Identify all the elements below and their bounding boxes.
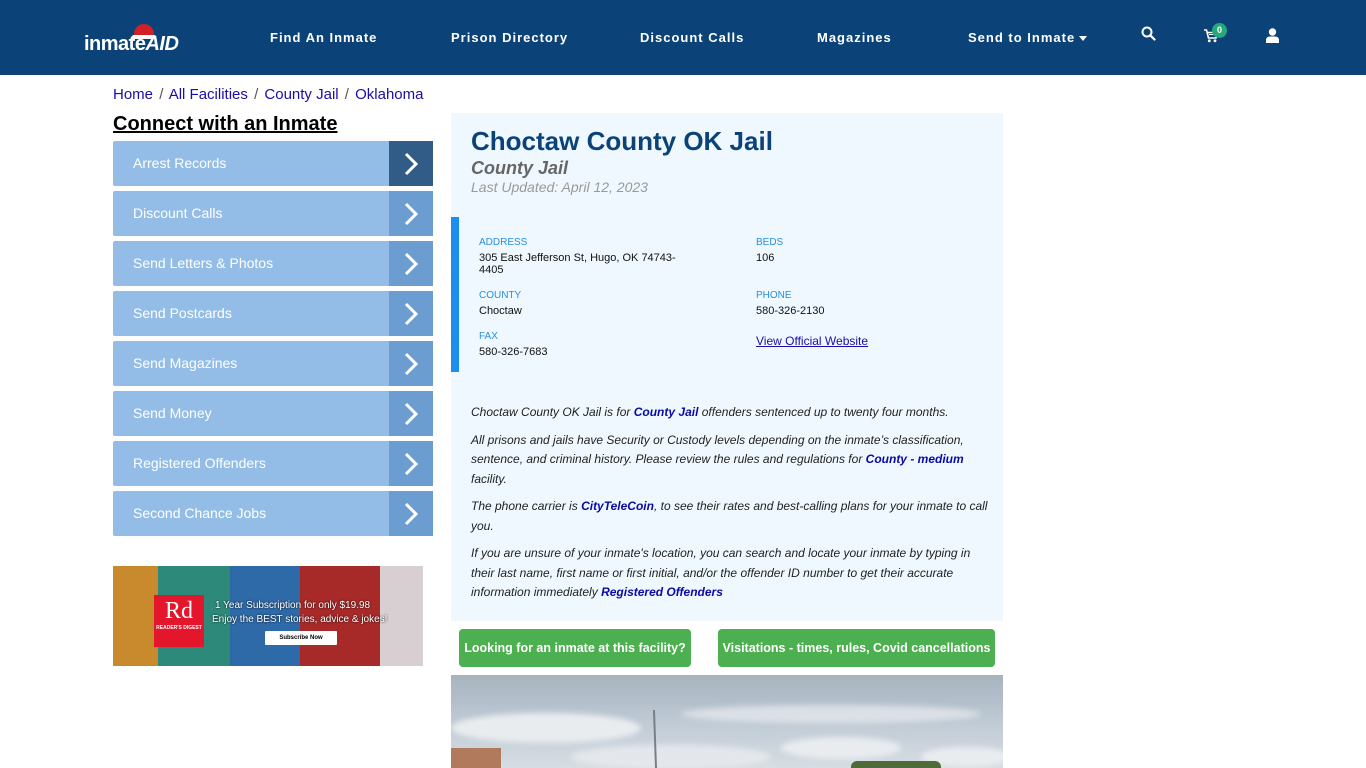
breadcrumb-oklahoma[interactable]: Oklahoma bbox=[355, 86, 423, 103]
chevron-right-icon bbox=[389, 341, 433, 386]
readers-digest-ad[interactable]: Rd READER'S DIGEST 1 Year Subscription f… bbox=[113, 566, 423, 666]
beds-value: 106 bbox=[756, 252, 775, 264]
facility-type: County Jail bbox=[471, 158, 569, 178]
sidebar-item-arrest-records[interactable]: Arrest Records bbox=[113, 141, 433, 186]
chevron-right-icon bbox=[389, 491, 433, 536]
site-logo[interactable]: inmateAID bbox=[84, 22, 184, 56]
description-text: The phone carrier is bbox=[471, 499, 582, 513]
facility-panel: Choctaw County OK Jail County Jail Last … bbox=[451, 113, 1003, 621]
caret-down-icon bbox=[1079, 36, 1088, 42]
magazine-cover-image bbox=[113, 566, 158, 666]
readers-digest-logo: Rd READER'S DIGEST bbox=[154, 595, 204, 647]
breadcrumb: Home / All Facilities / County Jail / Ok… bbox=[113, 86, 424, 103]
chevron-right-icon bbox=[389, 191, 433, 236]
description-paragraph: If you are unsure of your inmate's locat… bbox=[471, 544, 991, 603]
sidebar-item-second-chance-jobs[interactable]: Second Chance Jobs bbox=[113, 491, 433, 536]
phone-value: 580-326-2130 bbox=[756, 305, 825, 317]
facility-photo bbox=[451, 675, 1003, 768]
sidebar-item-send-postcards[interactable]: Send Postcards bbox=[113, 291, 433, 336]
description-paragraph: All prisons and jails have Security or C… bbox=[471, 431, 991, 490]
chevron-right-icon bbox=[389, 441, 433, 486]
description-text: offenders sentenced up to twenty four mo… bbox=[698, 405, 949, 419]
cloud bbox=[781, 737, 901, 759]
description-paragraph: The phone carrier is CityTeleCoin, to se… bbox=[471, 497, 991, 536]
nav-magazines[interactable]: Magazines bbox=[817, 30, 892, 45]
top-navbar: inmateAID Find An Inmate Prison Director… bbox=[0, 0, 1366, 75]
chevron-right-icon bbox=[389, 241, 433, 286]
nav-discount-calls[interactable]: Discount Calls bbox=[640, 30, 744, 45]
sidebar-item-send-money[interactable]: Send Money bbox=[113, 391, 433, 436]
facility-description: Choctaw County OK Jail is for County Jai… bbox=[471, 403, 991, 611]
phone-carrier-link[interactable]: CityTeleCoin bbox=[581, 499, 654, 513]
trees bbox=[851, 761, 941, 768]
nav-find-an-inmate[interactable]: Find An Inmate bbox=[270, 30, 377, 45]
cloud bbox=[571, 745, 771, 768]
last-updated: Last Updated: April 12, 2023 bbox=[471, 179, 648, 195]
fax-label: FAX bbox=[479, 331, 498, 342]
beds-label: BEDS bbox=[756, 237, 784, 248]
sidebar-item-send-magazines[interactable]: Send Magazines bbox=[113, 341, 433, 386]
registered-offenders-link[interactable]: Registered Offenders bbox=[601, 585, 723, 599]
cloud bbox=[681, 705, 981, 723]
breadcrumb-county-jail[interactable]: County Jail bbox=[264, 86, 338, 103]
breadcrumb-separator: / bbox=[159, 86, 164, 103]
building bbox=[451, 748, 501, 768]
description-text: facility. bbox=[471, 471, 507, 486]
ad-offer-text: 1 Year Subscription for only $19.98 bbox=[215, 600, 371, 611]
visitations-button[interactable]: Visitations - times, rules, Covid cancel… bbox=[718, 629, 995, 667]
sidebar-item-label: Send Money bbox=[133, 405, 212, 421]
sidebar-item-registered-offenders[interactable]: Registered Offenders bbox=[113, 441, 433, 486]
ad-tagline: Enjoy the BEST stories, advice & jokes! bbox=[212, 614, 388, 625]
sidebar-item-label: Second Chance Jobs bbox=[133, 505, 267, 521]
sidebar-item-label: Arrest Records bbox=[133, 155, 227, 171]
fax-value: 580-326-7683 bbox=[479, 346, 548, 358]
connect-heading: Connect with an Inmate bbox=[113, 113, 338, 135]
cart-count-badge: 0 bbox=[1212, 23, 1227, 38]
sidebar-item-label: Send Postcards bbox=[133, 305, 232, 321]
subscribe-now-button[interactable]: Subscribe Now bbox=[265, 631, 337, 645]
nav-prison-directory[interactable]: Prison Directory bbox=[451, 30, 568, 45]
breadcrumb-all-facilities[interactable]: All Facilities bbox=[169, 86, 248, 103]
logo-text-inmate: inmate bbox=[84, 33, 146, 55]
security-level-link[interactable]: County - medium bbox=[866, 452, 964, 466]
county-label: COUNTY bbox=[479, 290, 522, 301]
breadcrumb-separator: / bbox=[344, 86, 349, 103]
sidebar-item-label: Send Letters & Photos bbox=[133, 255, 274, 271]
rd-logo-text: Rd bbox=[164, 598, 193, 624]
sidebar-item-discount-calls[interactable]: Discount Calls bbox=[113, 191, 433, 236]
county-jail-link[interactable]: County Jail bbox=[634, 405, 699, 419]
user-icon[interactable] bbox=[1266, 28, 1279, 48]
sidebar-menu: Arrest Records Discount Calls Send Lette… bbox=[113, 141, 433, 541]
address-value: 305 East Jefferson St, Hugo, OK 74743-44… bbox=[479, 252, 676, 276]
sidebar-item-send-letters-photos[interactable]: Send Letters & Photos bbox=[113, 241, 433, 286]
facility-title: Choctaw County OK Jail bbox=[471, 126, 773, 156]
chevron-right-icon bbox=[389, 291, 433, 336]
chevron-right-icon bbox=[389, 141, 433, 186]
phone-label: PHONE bbox=[756, 290, 792, 301]
address-label: ADDRESS bbox=[479, 237, 528, 248]
rd-brand-name: READER'S DIGEST bbox=[156, 625, 202, 631]
description-paragraph: Choctaw County OK Jail is for County Jai… bbox=[471, 403, 991, 423]
nav-send-to-inmate-label: Send to Inmate bbox=[968, 30, 1076, 45]
logo-text-aid: AID bbox=[145, 33, 179, 55]
sidebar-item-label: Discount Calls bbox=[133, 205, 223, 221]
official-website-link[interactable]: View Official Website bbox=[756, 334, 868, 348]
breadcrumb-home[interactable]: Home bbox=[113, 86, 153, 103]
facility-info-box: ADDRESS 305 East Jefferson St, Hugo, OK … bbox=[451, 217, 1003, 372]
sidebar-item-label: Send Magazines bbox=[133, 355, 238, 371]
find-inmate-at-facility-button[interactable]: Looking for an inmate at this facility? bbox=[459, 629, 691, 667]
county-value: Choctaw bbox=[479, 305, 522, 317]
breadcrumb-separator: / bbox=[254, 86, 259, 103]
sidebar-item-label: Registered Offenders bbox=[133, 455, 266, 471]
chevron-right-icon bbox=[389, 391, 433, 436]
search-icon[interactable] bbox=[1141, 26, 1156, 46]
description-text: Choctaw County OK Jail is for bbox=[471, 405, 634, 419]
cloud bbox=[451, 713, 641, 743]
nav-send-to-inmate[interactable]: Send to Inmate bbox=[968, 30, 1088, 45]
